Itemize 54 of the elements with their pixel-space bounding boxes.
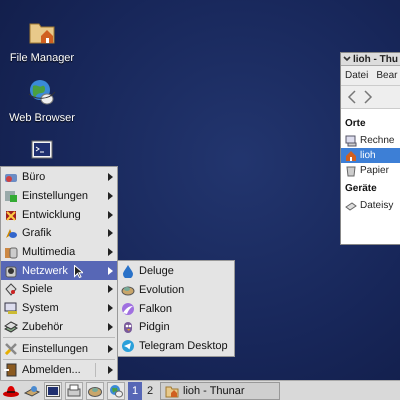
sidebar-item[interactable]: Rechne: [341, 133, 400, 148]
menu-item[interactable]: Entwicklung: [1, 205, 117, 224]
workspace-button[interactable]: 2: [143, 382, 157, 400]
menu-item[interactable]: Einstellungen: [1, 339, 117, 358]
app-category-icon: [4, 363, 18, 378]
menu-bar-item[interactable]: Datei: [345, 70, 368, 81]
menu-bar-item[interactable]: Bear: [376, 70, 398, 81]
place-icon: [345, 134, 357, 146]
app-icon: [121, 302, 135, 316]
menu-item[interactable]: Büro: [1, 168, 117, 187]
menu-item[interactable]: Multimedia: [1, 242, 117, 262]
menu-item[interactable]: Evolution: [118, 280, 234, 300]
menu-item[interactable]: System: [1, 298, 117, 318]
menu-item[interactable]: Telegram Desktop: [118, 336, 234, 356]
menu-item[interactable]: Einstellungen: [1, 186, 117, 206]
hat-icon[interactable]: [3, 384, 19, 396]
app-category-icon: [4, 189, 18, 204]
menu-item[interactable]: Grafik: [1, 224, 117, 243]
menu-item[interactable]: Deluge: [118, 262, 234, 281]
forward-icon[interactable]: [363, 90, 373, 104]
menu-item[interactable]: Falkon: [118, 299, 234, 318]
menu-item[interactable]: Spiele: [1, 280, 117, 299]
sidebar-heading: Geräte: [344, 182, 378, 196]
app-category-icon: [4, 264, 18, 278]
menu-item[interactable]: Abmelden...: [1, 360, 117, 380]
sidebar-item[interactable]: lioh: [341, 148, 400, 163]
desktop-icon-label[interactable]: Web Browser: [9, 112, 75, 124]
app-category-icon: [4, 342, 18, 356]
app-category-icon: [4, 320, 18, 334]
printer-icon[interactable]: [67, 384, 81, 398]
app-category-icon: [4, 301, 18, 316]
terminal-icon[interactable]: [46, 384, 60, 396]
menu-item[interactable]: Netzwerk: [1, 261, 117, 280]
place-icon: [345, 200, 357, 212]
globe-icon[interactable]: [27, 78, 57, 106]
app-category-icon: [4, 245, 18, 260]
app-icon: [121, 320, 135, 334]
sidebar-item[interactable]: Dateisy: [341, 198, 400, 213]
mouse-cursor-icon: [74, 265, 83, 278]
app-icon: [121, 264, 135, 278]
chevron-down-icon[interactable]: [343, 55, 351, 63]
menu-item[interactable]: Zubehör: [1, 318, 117, 336]
desktop-icon-label[interactable]: File Manager: [10, 52, 74, 64]
sidebar-heading: Orte: [344, 117, 367, 131]
task-button[interactable]: lioh - Thunar: [160, 382, 280, 400]
menu-item[interactable]: Pidgin: [118, 318, 234, 337]
sidebar-item[interactable]: Papier: [341, 163, 400, 178]
folder-icon: [165, 384, 179, 398]
back-icon[interactable]: [347, 90, 357, 104]
place-icon: [345, 150, 357, 162]
window-title: lioh - Thu: [353, 54, 398, 64]
workspace-button[interactable]: 1: [128, 382, 142, 400]
app-icon: [121, 339, 135, 354]
app-category-icon: [4, 282, 18, 296]
